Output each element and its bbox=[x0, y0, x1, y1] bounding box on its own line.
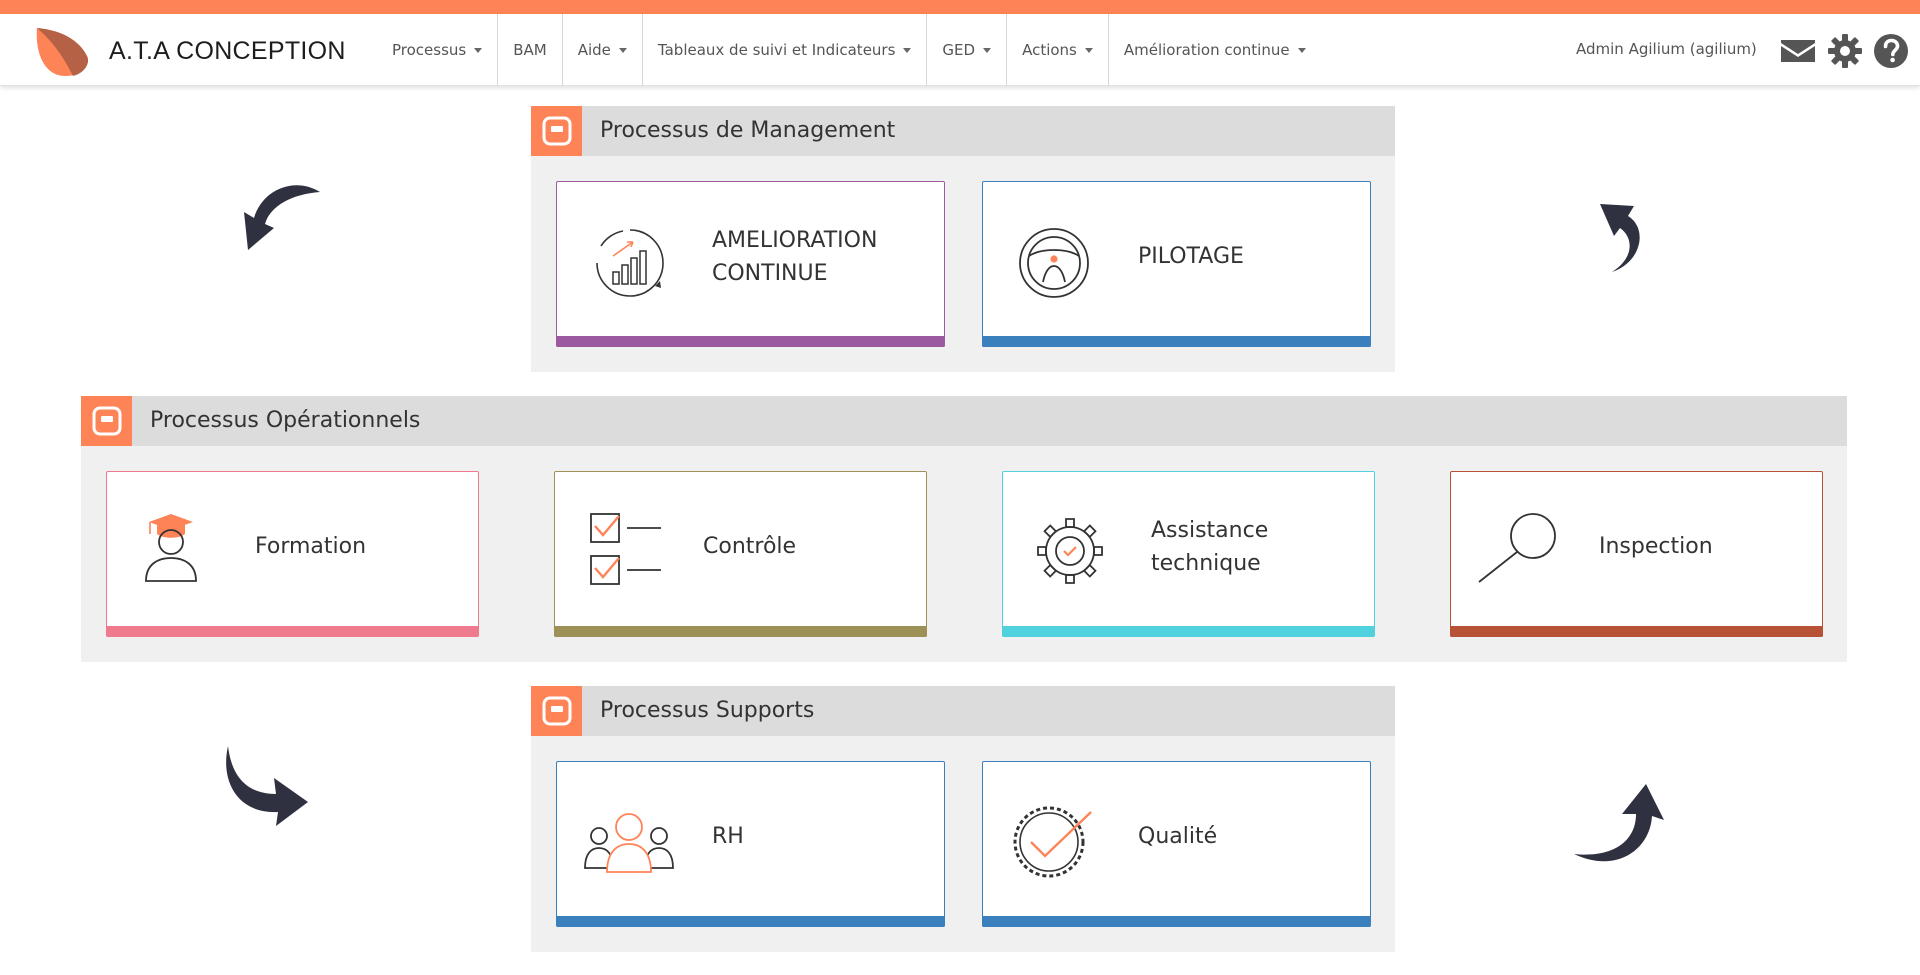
menu-ged[interactable]: GED bbox=[926, 14, 1006, 86]
menu-tableaux[interactable]: Tableaux de suivi et Indicateurs bbox=[641, 14, 927, 86]
caret-down-icon bbox=[1297, 47, 1306, 53]
card-label: Inspection bbox=[1599, 530, 1713, 563]
curved-arrow-icon bbox=[226, 746, 308, 826]
card-color-bar bbox=[556, 916, 945, 927]
menu-actions[interactable]: Actions bbox=[1006, 14, 1108, 86]
graduate-icon bbox=[145, 514, 197, 582]
menu-label: Amélioration continue bbox=[1123, 41, 1290, 59]
magnifier-icon bbox=[1478, 513, 1556, 583]
operational-panel: Processus Opérationnels Formation Contrô… bbox=[81, 396, 1847, 662]
steering-wheel-icon bbox=[1019, 228, 1089, 298]
curved-arrow-icon bbox=[1600, 204, 1640, 272]
card-color-bar bbox=[982, 336, 1371, 347]
panel-header: Processus Opérationnels bbox=[81, 396, 1847, 446]
caret-down-icon bbox=[474, 47, 483, 53]
menu-label: Aide bbox=[577, 41, 611, 59]
menu-bam[interactable]: BAM bbox=[497, 14, 562, 86]
panel-header: Processus Supports bbox=[531, 686, 1395, 736]
card-color-bar bbox=[106, 626, 479, 637]
menu-label: BAM bbox=[513, 41, 547, 59]
caret-down-icon bbox=[903, 47, 912, 53]
card-label: RH bbox=[712, 820, 744, 853]
card-label-line2: technique bbox=[1151, 551, 1261, 576]
card-label-line1: PILOTAGE bbox=[1138, 244, 1244, 269]
menu-aide[interactable]: Aide bbox=[561, 14, 642, 86]
card-label-line1: Contrôle bbox=[703, 534, 797, 559]
card-label: AMELIORATION CONTINUE bbox=[712, 224, 877, 290]
caret-down-icon bbox=[983, 47, 992, 53]
gear-check-icon bbox=[1037, 518, 1103, 584]
card-label-line2: CONTINUE bbox=[712, 261, 828, 286]
menu-label: Processus bbox=[392, 41, 467, 59]
card-label: PILOTAGE bbox=[1138, 240, 1244, 273]
menu-label: Tableaux de suivi et Indicateurs bbox=[657, 41, 896, 59]
curved-arrow-icon bbox=[244, 185, 320, 250]
card-label-line1: Formation bbox=[255, 534, 367, 559]
management-panel: Processus de Management AMELIORATION CON… bbox=[531, 106, 1395, 372]
process-card-assistance[interactable]: Assistance technique bbox=[1002, 471, 1375, 637]
process-card-controle[interactable]: Contrôle bbox=[554, 471, 927, 637]
card-color-bar bbox=[982, 916, 1371, 927]
card-color-bar bbox=[556, 336, 945, 347]
card-label: Formation bbox=[255, 530, 366, 563]
process-card-formation[interactable]: Formation bbox=[106, 471, 479, 637]
menu-processus[interactable]: Processus bbox=[378, 14, 497, 86]
menu-label: GED bbox=[942, 41, 976, 59]
process-card-inspection[interactable]: Inspection bbox=[1450, 471, 1823, 637]
card-color-bar bbox=[554, 626, 927, 637]
main-menu: Processus BAM Aide Tableaux de suivi et … bbox=[378, 14, 1321, 86]
top-accent-stripe bbox=[0, 0, 1920, 14]
leaf-logo-icon bbox=[36, 28, 89, 76]
process-card-pilotage[interactable]: PILOTAGE bbox=[982, 181, 1371, 347]
card-label-line1: Qualité bbox=[1138, 824, 1218, 849]
menu-amelioration[interactable]: Amélioration continue bbox=[1107, 14, 1321, 86]
card-label-line1: Inspection bbox=[1599, 534, 1713, 559]
gear-icon[interactable] bbox=[1827, 33, 1863, 69]
envelope-icon[interactable] bbox=[1780, 33, 1816, 69]
card-label: Assistance technique bbox=[1151, 514, 1268, 580]
panel-badge-icon bbox=[531, 686, 582, 736]
card-color-bar bbox=[1450, 626, 1823, 637]
panel-title: Processus Supports bbox=[600, 698, 815, 723]
team-icon bbox=[584, 813, 674, 873]
panel-header: Processus de Management bbox=[531, 106, 1395, 156]
menu-label: Actions bbox=[1022, 41, 1077, 59]
panel-title: Processus Opérationnels bbox=[150, 408, 421, 433]
process-card-qualite[interactable]: Qualité bbox=[982, 761, 1371, 927]
process-card-amelioration[interactable]: AMELIORATION CONTINUE bbox=[556, 181, 945, 347]
panel-badge-icon bbox=[81, 396, 132, 446]
card-label-line1: Assistance bbox=[1151, 518, 1269, 543]
supports-panel: Processus Supports RH Qualité bbox=[531, 686, 1395, 952]
improvement-chart-icon bbox=[596, 229, 664, 297]
panel-title: Processus de Management bbox=[600, 118, 896, 143]
quality-seal-icon bbox=[1013, 806, 1092, 878]
user-menu[interactable]: Admin Agilium (agilium) bbox=[1576, 40, 1757, 58]
card-label: Contrôle bbox=[703, 530, 796, 563]
checklist-icon bbox=[590, 513, 661, 585]
card-label: Qualité bbox=[1138, 820, 1217, 853]
panel-badge-icon bbox=[531, 106, 582, 156]
card-label-line1: AMELIORATION bbox=[712, 228, 878, 253]
caret-down-icon bbox=[618, 47, 627, 53]
process-card-rh[interactable]: RH bbox=[556, 761, 945, 927]
card-label-line1: RH bbox=[712, 824, 744, 849]
card-color-bar bbox=[1002, 626, 1375, 637]
navbar: A.T.A CONCEPTION Processus BAM Aide Tabl… bbox=[0, 14, 1920, 86]
help-icon[interactable] bbox=[1873, 33, 1909, 69]
brand-name: A.T.A CONCEPTION bbox=[109, 36, 346, 65]
brand[interactable]: A.T.A CONCEPTION bbox=[33, 24, 346, 78]
caret-down-icon bbox=[1084, 47, 1093, 53]
curved-arrow-icon bbox=[1574, 784, 1664, 862]
